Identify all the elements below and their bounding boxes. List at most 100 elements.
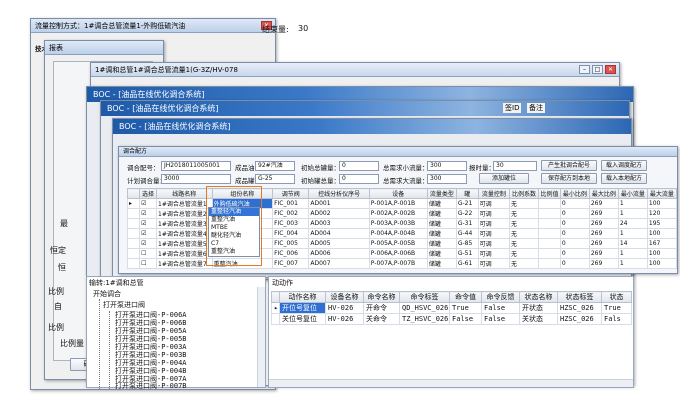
- cell[interactable]: 储罐: [426, 228, 457, 239]
- maximize-icon[interactable]: □: [592, 65, 603, 74]
- cell[interactable]: 储罐: [426, 248, 457, 259]
- cell[interactable]: P-006A,P-006B: [368, 248, 428, 259]
- cell[interactable]: 可调: [477, 208, 511, 219]
- col-header[interactable]: 流量类型: [426, 188, 457, 199]
- cell[interactable]: P-004A,P-004B: [368, 228, 428, 239]
- cell[interactable]: HV-026: [325, 313, 364, 325]
- boc-window-3-titlebar[interactable]: BOC - [油品在线优化调合系统]: [113, 119, 631, 134]
- cell[interactable]: G-31: [455, 218, 479, 229]
- cell[interactable]: 0: [559, 198, 590, 209]
- cell[interactable]: FIC_001: [272, 198, 310, 209]
- add-row-button[interactable]: 添加罐位: [479, 173, 529, 184]
- table-row[interactable]: ▸ 开位号复位 HV-026 开命令 QD_HSVC_026 True Fals…: [271, 302, 632, 314]
- cell[interactable]: 269: [588, 228, 619, 239]
- cell[interactable]: 100: [646, 258, 678, 269]
- cell[interactable]: P-001A,P-001B: [368, 198, 428, 209]
- cell[interactable]: FIC_002: [272, 208, 310, 219]
- cell[interactable]: [538, 258, 561, 269]
- cell[interactable]: 1#调合总管流量5: [156, 238, 213, 249]
- recipe-no-field[interactable]: JH2018011005001: [161, 161, 231, 171]
- cell[interactable]: 195: [646, 218, 678, 229]
- cell[interactable]: 269: [588, 258, 619, 269]
- cell[interactable]: [538, 238, 561, 249]
- cell[interactable]: 开状态: [519, 302, 558, 314]
- col-header[interactable]: 状态标签: [557, 291, 602, 303]
- row-checkbox[interactable]: ☑: [139, 228, 157, 239]
- row-checkbox[interactable]: ☐: [139, 258, 157, 269]
- cell[interactable]: 可调: [477, 218, 511, 229]
- col-header[interactable]: 最小比例: [559, 188, 590, 199]
- cell[interactable]: AD005: [308, 238, 370, 249]
- speed-field[interactable]: 30: [493, 161, 537, 171]
- col-header[interactable]: 命令标签: [399, 291, 450, 303]
- cell[interactable]: 0: [559, 258, 590, 269]
- col-header[interactable]: 比例值: [538, 188, 561, 199]
- left-label-4[interactable]: 自: [54, 301, 62, 312]
- cell[interactable]: G-51: [455, 248, 479, 259]
- cell[interactable]: 储罐: [426, 218, 457, 229]
- cell[interactable]: FIC_007: [272, 258, 310, 269]
- close-icon[interactable]: ✕: [605, 65, 616, 74]
- col-header[interactable]: 流量控制: [477, 188, 511, 199]
- col-header[interactable]: 控线分析仪序号: [308, 188, 370, 199]
- cell[interactable]: [538, 218, 561, 229]
- tree-root[interactable]: 开始调合: [93, 289, 121, 299]
- tree-scrollbar[interactable]: [257, 287, 265, 387]
- tree-item[interactable]: 打开泵进口阀-P-007B: [115, 381, 187, 391]
- plan-field[interactable]: 3000: [161, 174, 231, 184]
- cell[interactable]: 无: [509, 258, 540, 269]
- cell[interactable]: 0: [559, 248, 590, 259]
- end-vol-field[interactable]: 0: [339, 174, 379, 184]
- cell[interactable]: 1#调合总管流量4: [156, 228, 213, 239]
- cell[interactable]: 1: [617, 198, 648, 209]
- cell[interactable]: 100: [646, 228, 678, 239]
- cell[interactable]: 开位号复位: [279, 302, 326, 314]
- col-header[interactable]: 动作名称: [279, 291, 326, 303]
- col-header[interactable]: 最大比例: [588, 188, 619, 199]
- cell[interactable]: False: [481, 302, 520, 314]
- minimize-icon[interactable]: –: [579, 65, 590, 74]
- cell[interactable]: P-005A,P-005B: [368, 238, 428, 249]
- cell[interactable]: G-21: [455, 198, 479, 209]
- col-header[interactable]: 状态: [601, 291, 632, 303]
- cell[interactable]: 1: [617, 208, 648, 219]
- cell[interactable]: True: [601, 302, 632, 314]
- max-flow-field[interactable]: 300: [427, 174, 467, 184]
- cell[interactable]: [538, 198, 561, 209]
- cell[interactable]: AD001: [308, 198, 370, 209]
- col-header[interactable]: 命令名称: [363, 291, 400, 303]
- recipe-window-titlebar[interactable]: 调合配方: [119, 147, 677, 157]
- col-header[interactable]: 调节阀: [272, 188, 310, 199]
- cell[interactable]: [538, 248, 561, 259]
- col-header[interactable]: 线路名称: [156, 188, 213, 199]
- cell[interactable]: 储罐: [426, 208, 457, 219]
- cell[interactable]: G-85: [455, 238, 479, 249]
- cell[interactable]: 关命令: [363, 313, 400, 325]
- cell[interactable]: 储罐: [426, 198, 457, 209]
- generate-recipe-no-button[interactable]: 产生批调合配号: [541, 160, 597, 171]
- cell[interactable]: FIC_006: [272, 248, 310, 259]
- cell[interactable]: 开命令: [363, 302, 400, 314]
- col-header[interactable]: 比例系数: [509, 188, 540, 199]
- col-header[interactable]: 设备: [368, 188, 428, 199]
- cell[interactable]: AD006: [308, 248, 370, 259]
- cell[interactable]: G-61: [455, 258, 479, 269]
- cell[interactable]: 无: [509, 228, 540, 239]
- col-header[interactable]: 命令反馈: [481, 291, 520, 303]
- cell[interactable]: 120: [646, 208, 678, 219]
- cell[interactable]: AD003: [308, 218, 370, 229]
- cell[interactable]: 100: [646, 198, 678, 209]
- cell[interactable]: FIC_003: [272, 218, 310, 229]
- cell[interactable]: HZSC_026: [557, 302, 602, 314]
- row-checkbox[interactable]: ☑: [139, 238, 157, 249]
- cell[interactable]: FIC_004: [272, 228, 310, 239]
- cell[interactable]: 1#调合总管流量6: [156, 248, 213, 259]
- load-recipe-button[interactable]: 载入本地配方: [601, 173, 647, 184]
- cell[interactable]: 0: [559, 228, 590, 239]
- boc-window-2-titlebar[interactable]: BOC - [油品在线优化调合系统]: [101, 101, 629, 116]
- cell[interactable]: 0: [559, 238, 590, 249]
- cell[interactable]: 无: [509, 248, 540, 259]
- tank-select[interactable]: G-25: [255, 174, 295, 184]
- cell[interactable]: 0: [559, 218, 590, 229]
- start-vol-field[interactable]: 0: [339, 161, 379, 171]
